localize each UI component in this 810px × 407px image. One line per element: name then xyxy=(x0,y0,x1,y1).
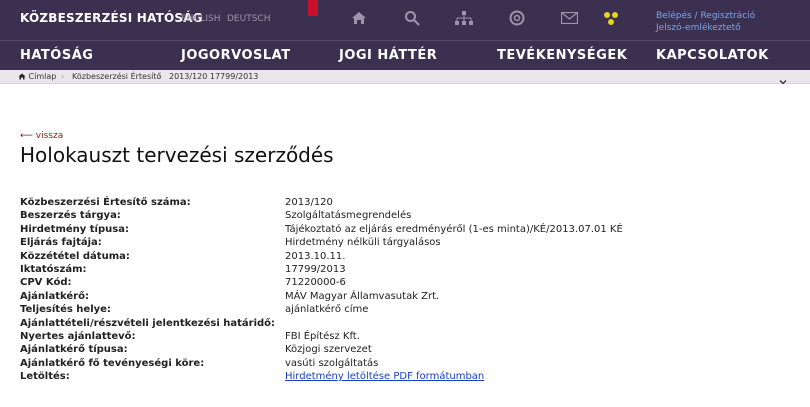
detail-label: Közzététel dátuma: xyxy=(20,250,130,262)
page-title: Holokauszt tervezési szerződés xyxy=(20,143,334,167)
detail-value: ajánlatkérő címe xyxy=(285,304,369,316)
site-logo[interactable]: KÖZBESZERZÉSI HATÓSÁG xyxy=(20,11,203,25)
detail-label: Ajánlatkérő: xyxy=(20,290,89,302)
main-nav: HATÓSÁG JOGORVOSLAT JOGI HÁTTÉR TEVÉKENY… xyxy=(0,40,810,70)
breadcrumb-item-ertesito[interactable]: Közbeszerzési Értesítő xyxy=(72,72,161,81)
chevron-down-icon[interactable] xyxy=(778,72,788,85)
detail-label: Közbeszerzési Értesítő száma: xyxy=(20,197,191,208)
detail-label: CPV Kód: xyxy=(20,277,72,289)
nav-item-jogi-hatter[interactable]: JOGI HÁTTÉR xyxy=(339,48,437,63)
nav-item-hatosag[interactable]: HATÓSÁG xyxy=(20,48,93,63)
detail-value: MÁV Magyar Államvasutak Zrt. xyxy=(285,290,440,302)
detail-label: Ajánlatkérő fő tevényeségi köre: xyxy=(20,357,205,369)
pdf-download-link[interactable]: Hirdetmény letöltése PDF formátumban xyxy=(285,370,484,383)
detail-row: CPV Kód: 71220000-6 xyxy=(20,276,780,289)
nav-item-tevekenysegek[interactable]: TEVÉKENYSÉGEK xyxy=(497,48,627,63)
detail-value: 2013.10.11. xyxy=(285,250,346,262)
nav-item-jogorvoslat[interactable]: JOGORVOSLAT xyxy=(181,48,291,63)
detail-value: Tájékoztató az eljárás eredményéről (1-e… xyxy=(285,223,623,235)
breadcrumb-home[interactable]: Címlap xyxy=(18,72,56,81)
detail-label: Iktatószám: xyxy=(20,263,87,275)
detail-value: 2013/120 xyxy=(285,197,333,208)
detail-row: Ajánlatkérő fő tevényeségi köre: vasúti … xyxy=(20,357,780,370)
sitemap-icon[interactable] xyxy=(454,8,474,28)
nav-item-kapcsolatok[interactable]: KAPCSOLATOK xyxy=(656,48,769,63)
detail-value: vasúti szolgáltatás xyxy=(285,357,379,369)
detail-value: Hirdetmény nélküli tárgyalásos xyxy=(285,237,441,249)
detail-label: Beszerzés tárgya: xyxy=(20,210,121,222)
detail-label: Ajánlatkérő típusa: xyxy=(20,344,128,356)
detail-value: Közjogi szervezet xyxy=(285,344,372,356)
detail-label: Letöltés: xyxy=(20,371,70,383)
detail-row: Teljesítés helye: ajánlatkérő címe xyxy=(20,303,780,316)
detail-label: Eljárás fajtája: xyxy=(20,237,102,249)
detail-row: Ajánlatkérő típusa: Közjogi szervezet xyxy=(20,343,780,356)
flag-ribbon-icon xyxy=(308,0,318,16)
detail-row: Ajánlattételi/részvételi jelentkezési ha… xyxy=(20,317,780,330)
detail-value: Szolgáltatásmegrendelés xyxy=(285,210,412,222)
breadcrumb-item-current: 2013/120 17799/2013 xyxy=(169,72,259,81)
detail-row: Beszerzés tárgya: Szolgáltatásmegrendelé… xyxy=(20,209,780,222)
detail-row: Nyertes ajánlattevő: FBI Építész Kft. xyxy=(20,330,780,343)
detail-value: 17799/2013 xyxy=(285,263,346,275)
details-list: Közbeszerzési Értesítő száma: 2013/120 B… xyxy=(20,196,780,383)
login-register-link[interactable]: Belépés / Regisztráció xyxy=(656,10,755,22)
detail-value: FBI Építész Kft. xyxy=(285,330,360,342)
breadcrumb-home-label: Címlap xyxy=(28,72,57,81)
breadcrumb-separator: › xyxy=(158,72,162,81)
home-icon[interactable] xyxy=(349,8,369,28)
detail-label: Teljesítés helye: xyxy=(20,304,111,316)
breadcrumb: Címlap › Közbeszerzési Értesítő › 2013/1… xyxy=(0,70,810,85)
back-link[interactable]: ⟵ vissza xyxy=(20,131,63,141)
breadcrumb-separator: › xyxy=(61,72,65,81)
detail-label: Nyertes ajánlattevő: xyxy=(20,330,136,342)
detail-label: Hirdetmény típusa: xyxy=(20,223,129,235)
language-english-link[interactable]: ENGLISH xyxy=(181,14,221,24)
detail-row: Letöltés: Hirdetmény letöltése PDF formá… xyxy=(20,370,780,383)
help-icon[interactable] xyxy=(507,8,527,28)
detail-row: Eljárás fajtája: Hirdetmény nélküli tárg… xyxy=(20,236,780,249)
detail-row: Ajánlatkérő: MÁV Magyar Államvasutak Zrt… xyxy=(20,290,780,303)
top-bar: KÖZBESZERZÉSI HATÓSÁG ENGLISH DEUTSCH Be… xyxy=(0,0,810,40)
search-icon[interactable] xyxy=(402,8,422,28)
mail-icon[interactable] xyxy=(559,8,579,28)
detail-row: Közzététel dátuma: 2013.10.11. xyxy=(20,250,780,263)
detail-row: Hirdetmény típusa: Tájékoztató az eljárá… xyxy=(20,223,780,236)
detail-row: Iktatószám: 17799/2013 xyxy=(20,263,780,276)
detail-row: Közbeszerzési Értesítő száma: 2013/120 xyxy=(20,196,780,209)
accessibility-icon[interactable] xyxy=(601,8,621,28)
detail-value: 71220000-6 xyxy=(285,277,346,289)
detail-label: Ajánlattételi/részvételi jelentkezési ha… xyxy=(20,317,276,329)
login-links[interactable]: Belépés / Regisztráció Jelszó-emlékeztet… xyxy=(656,10,755,34)
language-deutsch-link[interactable]: DEUTSCH xyxy=(227,14,270,24)
password-reminder-link[interactable]: Jelszó-emlékeztető xyxy=(656,22,755,34)
